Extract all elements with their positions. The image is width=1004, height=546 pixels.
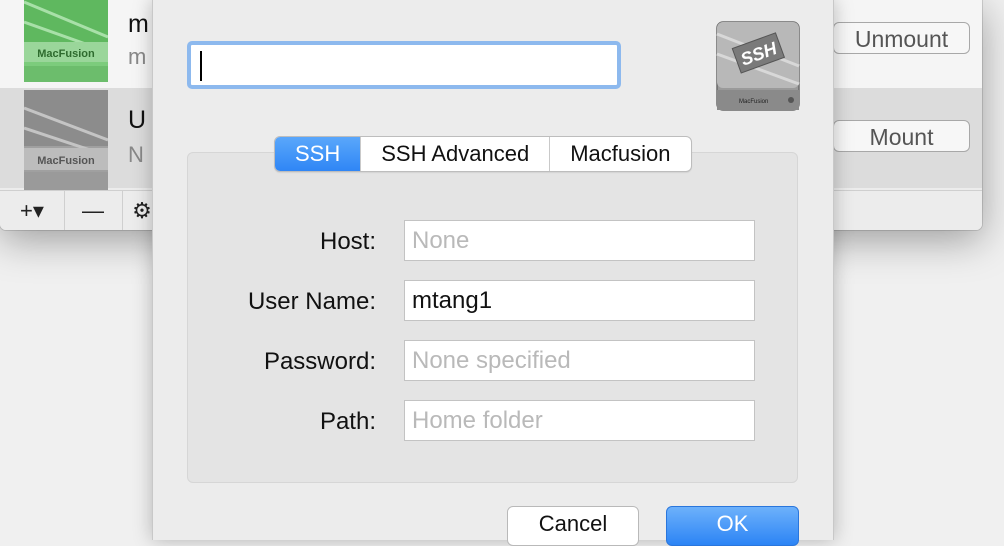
settings-tabs: SSH SSH Advanced Macfusion — [274, 136, 692, 172]
unmount-button[interactable]: Unmount — [833, 22, 970, 54]
host-label: Host: — [319, 228, 376, 255]
svg-text:MacFusion: MacFusion — [37, 48, 95, 60]
filesystem-name-input[interactable] — [187, 41, 621, 89]
password-label: Password: — [263, 348, 376, 375]
host-field[interactable] — [404, 220, 755, 261]
tab-ssh-advanced[interactable]: SSH Advanced — [360, 137, 549, 171]
path-field[interactable] — [404, 400, 755, 441]
ok-button[interactable]: OK — [666, 506, 799, 546]
ssh-drive-icon: SSH MacFusion — [716, 21, 800, 111]
drive-icon-mounted: MacFusion — [24, 0, 108, 82]
tab-ssh[interactable]: SSH — [275, 137, 361, 171]
mount-button[interactable]: Mount — [833, 120, 970, 152]
edit-filesystem-sheet: SSH MacFusion SSH SSH Advanced Macfusion… — [152, 0, 834, 546]
remove-button[interactable]: — — [64, 191, 123, 230]
svg-text:MacFusion: MacFusion — [739, 99, 768, 105]
drive-icon-unmounted: MacFusion — [24, 90, 108, 190]
text-caret — [200, 51, 202, 81]
cancel-button[interactable]: Cancel — [507, 506, 639, 546]
tab-macfusion[interactable]: Macfusion — [549, 137, 690, 171]
path-label: Path: — [319, 408, 376, 435]
username-label: User Name: — [247, 288, 376, 315]
row-subtitle: N — [128, 142, 144, 167]
username-field[interactable] — [404, 280, 755, 321]
row-title: U — [128, 106, 147, 134]
password-field[interactable] — [404, 340, 755, 381]
row-title: m — [128, 10, 149, 38]
row-subtitle: m — [128, 44, 147, 69]
svg-text:MacFusion: MacFusion — [37, 155, 95, 167]
add-button[interactable]: +▾ — [0, 191, 65, 230]
